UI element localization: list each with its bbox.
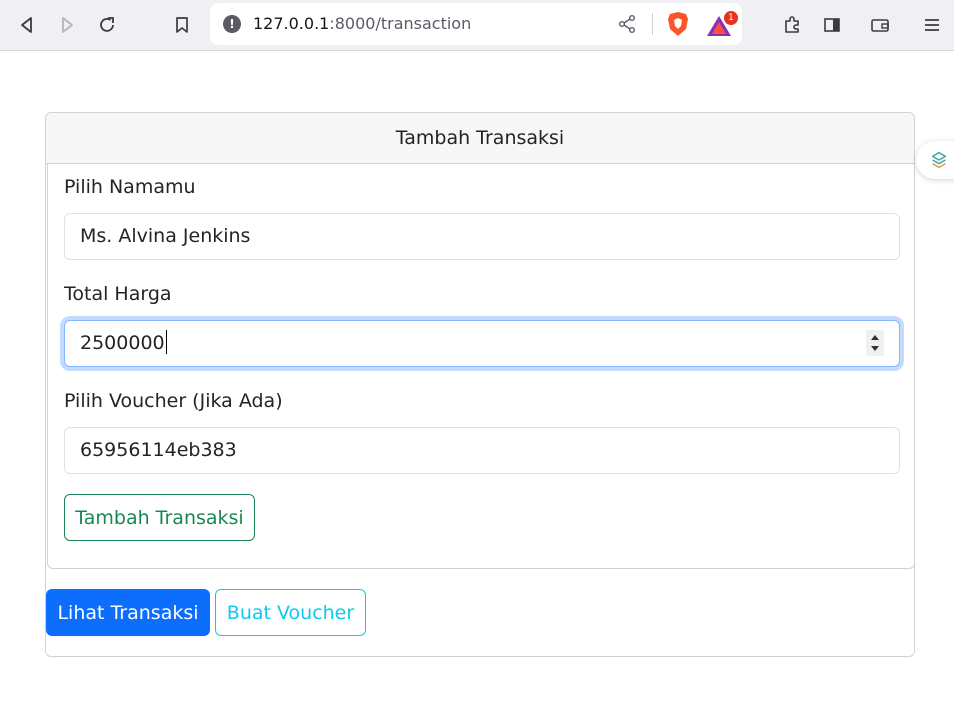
total-price-value: 2500000 (80, 332, 165, 354)
sidebar-toggle-button[interactable] (818, 11, 846, 39)
view-transactions-button[interactable]: Lihat Transaksi (46, 589, 210, 636)
number-spinner[interactable] (866, 330, 884, 356)
name-select-value: Ms. Alvina Jenkins (80, 225, 251, 247)
back-button[interactable] (13, 11, 41, 39)
menu-button[interactable] (918, 11, 946, 39)
submit-transaction-button[interactable]: Tambah Transaksi (64, 494, 255, 541)
back-arrow-icon (21, 17, 32, 33)
create-voucher-button[interactable]: Buat Voucher (215, 589, 366, 636)
wallet-button[interactable] (866, 11, 894, 39)
brave-rewards-button[interactable]: 1 (706, 11, 740, 38)
extensions-button[interactable] (778, 11, 806, 39)
voucher-select[interactable]: 65956114eb383 (64, 427, 900, 474)
rewards-badge: 1 (724, 11, 738, 25)
total-price-input[interactable]: 2500000 (64, 320, 900, 367)
forward-arrow-icon (62, 17, 73, 33)
sidebar-icon (824, 18, 840, 32)
floating-extension-widget[interactable] (916, 141, 954, 179)
text-caret (165, 329, 167, 354)
url-host: 127.0.0.1 (253, 14, 330, 33)
bookmark-button[interactable] (168, 11, 196, 39)
spinner-up-icon[interactable] (871, 335, 879, 340)
wallet-icon (871, 19, 889, 32)
voucher-label: Pilih Voucher (Jika Ada) (64, 390, 283, 412)
url-separator (652, 13, 653, 35)
hamburger-menu-icon (925, 19, 939, 31)
site-info-icon[interactable]: ! (223, 15, 241, 33)
brave-shields-icon[interactable] (666, 11, 690, 37)
reload-icon (100, 17, 114, 32)
forward-button[interactable] (53, 11, 81, 39)
transaction-card: Tambah Transaksi Pilih Namamu Ms. Alvina… (45, 112, 915, 657)
layers-icon (931, 151, 947, 169)
name-label: Pilih Namamu (64, 176, 196, 198)
price-label: Total Harga (64, 283, 172, 305)
address-bar[interactable]: ! 127.0.0.1:8000/transaction 1 (210, 3, 742, 45)
share-icon[interactable] (616, 13, 638, 35)
bookmark-icon (176, 17, 188, 33)
transaction-form: Pilih Namamu Ms. Alvina Jenkins Total Ha… (47, 164, 915, 569)
puzzle-icon (785, 16, 799, 33)
voucher-select-value: 65956114eb383 (80, 439, 237, 461)
browser-toolbar: ! 127.0.0.1:8000/transaction 1 (0, 0, 954, 51)
spinner-down-icon[interactable] (871, 346, 879, 351)
card-header-title: Tambah Transaksi (46, 113, 914, 164)
name-select[interactable]: Ms. Alvina Jenkins (64, 213, 900, 260)
reload-button[interactable] (93, 11, 121, 39)
url-path: :8000/transaction (329, 14, 472, 33)
url-text[interactable]: 127.0.0.1:8000/transaction (253, 14, 471, 34)
